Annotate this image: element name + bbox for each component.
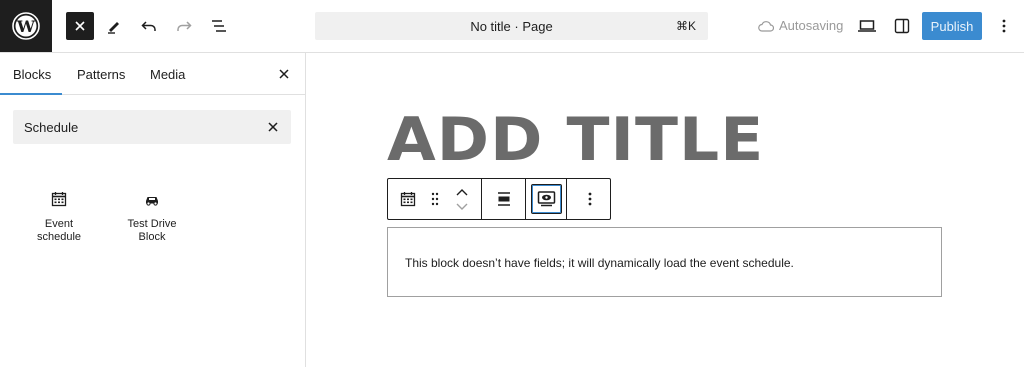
- preview-toggle-button[interactable]: [531, 184, 562, 214]
- redo-button[interactable]: [170, 12, 198, 40]
- close-icon: [75, 21, 85, 31]
- block-inserter-panel: Blocks Patterns Media Schedule Event sch…: [0, 53, 306, 367]
- chevron-down-icon: [456, 203, 468, 210]
- command-shortcut: ⌘K: [675, 19, 696, 33]
- calendar-icon: [51, 192, 67, 207]
- calendar-icon: [400, 192, 416, 207]
- block-item-label: Test Drive Block: [127, 218, 177, 243]
- sidebar-icon: [894, 18, 910, 34]
- svg-text:W: W: [16, 17, 36, 36]
- autosave-status: Autosaving: [758, 18, 843, 33]
- document-overview-button[interactable]: [205, 12, 233, 40]
- tab-patterns[interactable]: Patterns: [77, 67, 125, 82]
- top-toolbar: W No title · Page ⌘K Autosaving Publish: [0, 0, 1024, 53]
- block-item-event-schedule[interactable]: Event schedule: [13, 190, 105, 244]
- close-inserter-button[interactable]: [66, 12, 94, 40]
- publish-button[interactable]: Publish: [922, 12, 982, 40]
- block-toolbar: [387, 178, 611, 220]
- wordpress-icon: W: [12, 12, 40, 40]
- tools-button[interactable]: [100, 12, 128, 40]
- preview-icon: [537, 191, 556, 207]
- block-search-input[interactable]: Schedule: [13, 110, 291, 144]
- editor-canvas: ADD TITLE This block doesn’t have fields…: [306, 53, 1024, 367]
- options-menu-button[interactable]: [990, 12, 1018, 40]
- more-vertical-icon: [588, 192, 592, 206]
- more-vertical-icon: [1002, 19, 1006, 33]
- block-options-button[interactable]: [578, 189, 602, 209]
- close-panel-button[interactable]: [275, 65, 293, 83]
- laptop-icon: [858, 20, 876, 32]
- cloud-icon: [758, 20, 774, 32]
- drag-handle[interactable]: [426, 189, 444, 209]
- move-up-button[interactable]: [450, 185, 474, 198]
- autosave-label: Autosaving: [779, 18, 844, 33]
- pencil-icon: [108, 22, 119, 34]
- page-title-placeholder[interactable]: ADD TITLE: [387, 105, 764, 175]
- preview-button[interactable]: [853, 12, 881, 40]
- block-item-test-drive[interactable]: Test Drive Block: [106, 190, 198, 244]
- close-icon: [279, 69, 289, 79]
- clear-search-button[interactable]: [266, 120, 280, 134]
- move-down-button[interactable]: [450, 200, 474, 213]
- drag-handle-icon: [431, 192, 439, 206]
- align-wide-icon: [498, 192, 510, 206]
- block-type-button[interactable]: [398, 189, 418, 209]
- undo-icon: [141, 21, 156, 31]
- undo-button[interactable]: [135, 12, 163, 40]
- car-icon: [146, 197, 158, 206]
- wordpress-logo-button[interactable]: W: [0, 0, 52, 52]
- redo-icon: [177, 21, 192, 31]
- inserter-tabs: Blocks Patterns Media: [0, 53, 305, 95]
- block-placeholder-message: This block doesn’t have fields; it will …: [405, 256, 794, 270]
- search-value: Schedule: [24, 120, 79, 135]
- event-schedule-block[interactable]: This block doesn’t have fields; it will …: [387, 227, 942, 297]
- chevron-up-icon: [456, 188, 468, 195]
- active-tab-indicator: [0, 93, 62, 95]
- list-view-icon: [212, 20, 226, 32]
- align-button[interactable]: [492, 189, 516, 209]
- block-item-label: Event schedule: [36, 218, 82, 243]
- settings-sidebar-button[interactable]: [888, 12, 916, 40]
- tab-media[interactable]: Media: [150, 67, 185, 82]
- document-title: No title · Page: [470, 19, 553, 34]
- document-title-bar[interactable]: No title · Page ⌘K: [315, 12, 708, 40]
- tab-blocks[interactable]: Blocks: [13, 67, 51, 82]
- close-icon: [268, 122, 278, 132]
